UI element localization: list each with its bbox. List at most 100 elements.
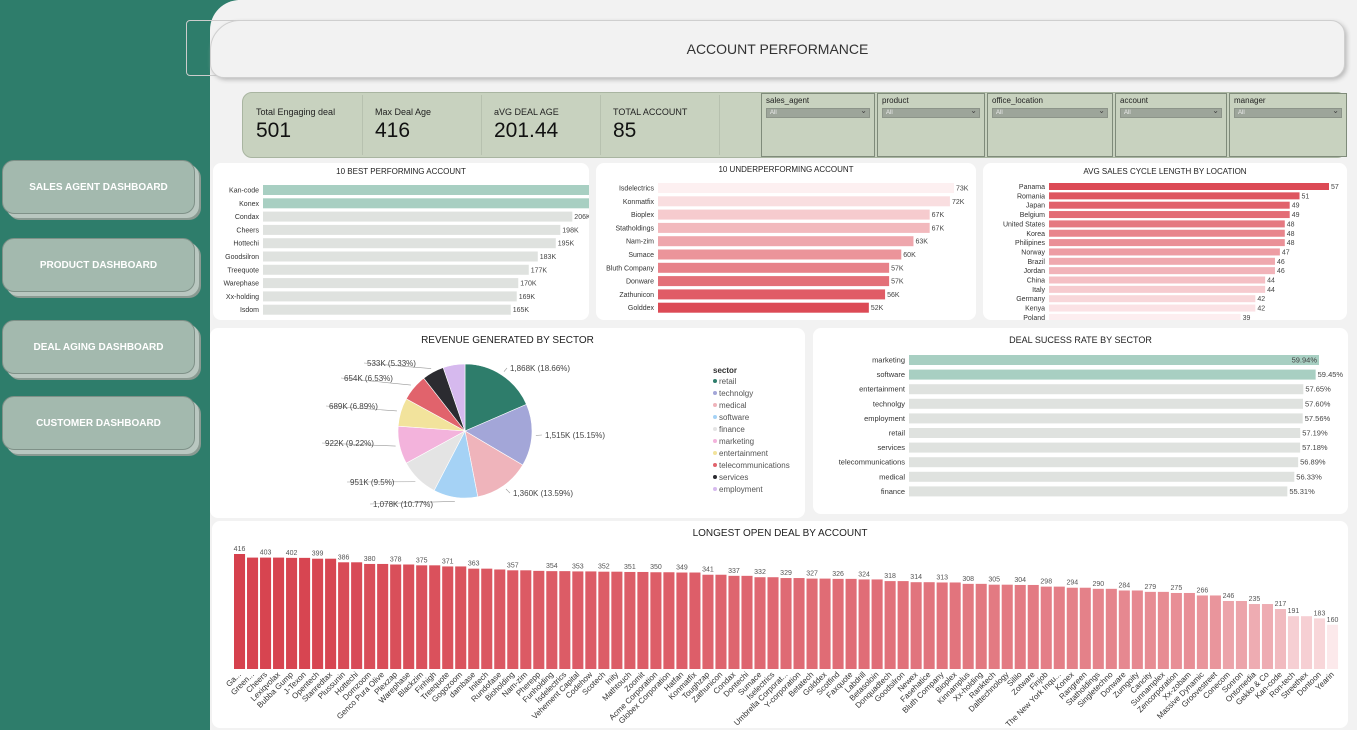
category-label: Korea <box>1026 231 1045 238</box>
value-label: 57.18% <box>1302 443 1328 452</box>
product-dashboard-button[interactable]: PRODUCT DASHBOARD <box>2 238 195 292</box>
bar <box>871 579 883 669</box>
value-label: 350 <box>650 564 662 571</box>
slicer-account[interactable]: account All <box>1115 93 1227 157</box>
slicer-office-location[interactable]: office_location All <box>987 93 1113 157</box>
value-label: 42 <box>1257 306 1265 313</box>
bar <box>585 571 597 669</box>
bar <box>507 570 519 669</box>
bar <box>273 557 285 669</box>
underperforming-accounts-card: 10 UNDERPERFORMING ACCOUNT Isdelectrics 7… <box>596 163 976 320</box>
slicer-dropdown[interactable]: All <box>766 106 870 118</box>
legend-label: technolgy <box>719 388 754 398</box>
value-label: 403 <box>260 550 272 557</box>
legend-label: retail <box>719 376 737 386</box>
bar <box>1049 313 1241 320</box>
value-label: 378 <box>390 557 402 564</box>
slice-label: 951K (9.5%) <box>350 478 395 487</box>
deal-success-card: DEAL SUCESS RATE BY SECTOR marketing 59.9… <box>813 328 1348 514</box>
bar <box>754 577 766 669</box>
value-label: 349 <box>676 565 688 572</box>
bar <box>1326 624 1339 669</box>
value-label: 67K <box>932 225 945 232</box>
slicer-manager[interactable]: manager All <box>1229 93 1347 157</box>
bar <box>624 571 636 669</box>
value-label: 57K <box>891 279 904 286</box>
slice-label: 533K (5.33%) <box>367 359 416 368</box>
leader-line <box>505 488 511 494</box>
sales-agent-dashboard-button[interactable]: SALES AGENT DASHBOARD <box>2 160 195 214</box>
bar <box>658 209 930 220</box>
bar <box>962 583 974 669</box>
slicer-product[interactable]: product All <box>877 93 985 157</box>
bar <box>1248 604 1260 669</box>
slicer-dropdown[interactable]: All <box>1120 106 1222 118</box>
bar <box>923 582 935 669</box>
bar <box>263 211 573 222</box>
kpi-value: 416 <box>375 119 411 142</box>
value-label: 183K <box>540 254 557 261</box>
bar <box>325 558 337 669</box>
value-label: 183 <box>1314 610 1326 617</box>
category-label: telecommunications <box>839 458 906 467</box>
value-label: 46 <box>1277 268 1285 275</box>
revenue-by-sector-card: REVENUE GENERATED BY SECTOR 1,868K (18.6… <box>210 328 805 518</box>
category-label: Germany <box>1016 296 1045 303</box>
value-label: 332 <box>754 569 766 576</box>
bar <box>909 398 1303 409</box>
customer-dashboard-button[interactable]: CUSTOMER DASHBOARD <box>2 396 195 450</box>
slicer-dropdown[interactable]: All <box>882 106 980 118</box>
kpi-value: 201.44 <box>494 119 559 142</box>
bar <box>936 582 948 669</box>
category-label: entertainment <box>859 385 906 394</box>
category-label: medical <box>879 472 905 481</box>
bar <box>533 570 545 669</box>
slice-label: 654K (6.53%) <box>344 374 393 383</box>
kpi-bar: Total Engaging deal 501 Max Deal Age 416… <box>242 92 1347 158</box>
category-label: Bioplex <box>631 212 654 219</box>
bar <box>658 222 930 233</box>
kpi-label: Max Deal Age <box>375 107 432 117</box>
value-label: 63K <box>915 239 928 246</box>
category-label: China <box>1027 278 1045 285</box>
value-label: 217 <box>1275 601 1287 608</box>
slicer-label: manager <box>1234 96 1266 105</box>
bar <box>676 572 688 669</box>
legend-item: technolgy <box>713 387 790 399</box>
bar <box>1049 239 1285 247</box>
bar <box>416 565 428 669</box>
value-label: 160 <box>1327 617 1339 624</box>
leader-line <box>503 367 508 372</box>
bar <box>658 249 902 260</box>
bar <box>1027 584 1039 669</box>
bar <box>909 428 1301 438</box>
value-label: 39 <box>1243 315 1251 320</box>
bar <box>611 571 623 669</box>
bar <box>658 236 914 247</box>
legend-item: services <box>713 471 790 483</box>
value-label: 191 <box>1288 608 1300 615</box>
value-label: 42 <box>1257 296 1265 303</box>
slicer-sales-agent[interactable]: sales_agent All <box>761 93 875 157</box>
bar <box>1001 584 1013 669</box>
deal-aging-dashboard-button[interactable]: DEAL AGING DASHBOARD <box>2 320 195 374</box>
value-label: 284 <box>1118 582 1130 589</box>
category-label: Brazil <box>1027 259 1045 266</box>
value-label: 51 <box>1302 193 1310 200</box>
legend-dot <box>713 415 717 419</box>
value-label: 314 <box>910 574 922 581</box>
value-label: 235 <box>1249 596 1261 603</box>
slicer-dropdown[interactable]: All <box>1234 106 1342 118</box>
bar <box>1014 584 1026 669</box>
value-label: 326 <box>832 571 844 578</box>
category-label: Isdom <box>240 307 259 314</box>
sidebar: SALES AGENT DASHBOARD PRODUCT DASHBOARD … <box>0 0 238 730</box>
bar <box>780 578 792 669</box>
category-label: software <box>877 370 905 379</box>
bar <box>598 571 610 669</box>
value-label: 399 <box>312 551 324 558</box>
slicer-dropdown[interactable]: All <box>992 106 1108 118</box>
value-label: 44 <box>1267 278 1275 285</box>
legend-dot <box>713 379 717 383</box>
sidebar-top-strip <box>0 0 238 20</box>
